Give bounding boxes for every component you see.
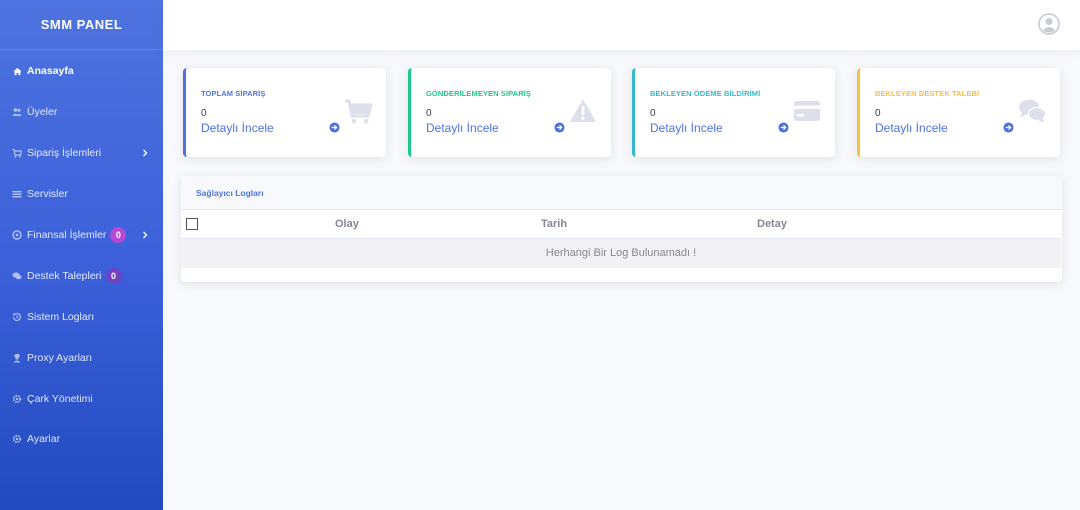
card-value: 0 xyxy=(201,108,207,119)
card-title: BEKLEYEN DESTEK TALEBİ xyxy=(875,89,980,98)
warning-icon xyxy=(570,99,596,122)
logs-table: Olay Tarih Detay Herhangi Bir Log Buluna… xyxy=(181,210,1061,268)
sidebar-item-label: Sistem Logları xyxy=(27,310,95,323)
sidebar-item-sistem-loglari[interactable]: Sistem Logları xyxy=(0,296,163,337)
arrow-circle-right-icon[interactable] xyxy=(778,122,789,133)
sidebar-item-label: Sipariş İşlemleri xyxy=(27,147,102,160)
table-header-row: Olay Tarih Detay xyxy=(181,210,1061,239)
sidebar-item-ayarlar[interactable]: Ayarlar xyxy=(0,419,163,460)
card-bekleyen-destek: BEKLEYEN DESTEK TALEBİ 0 Detaylı İncele xyxy=(857,68,1060,157)
card-title: TOPLAM SİPARİŞ xyxy=(201,89,266,98)
column-detay[interactable]: Detay xyxy=(733,210,1061,239)
card-value: 0 xyxy=(426,108,432,119)
arrow-circle-right-icon[interactable] xyxy=(1003,122,1014,133)
sidebar-item-anasayfa[interactable]: Anasayfa xyxy=(0,51,163,92)
sidebar-item-servisler[interactable]: Servisler xyxy=(0,174,163,215)
sidebar-item-label: Çark Yönetimi xyxy=(27,392,93,405)
empty-message: Herhangi Bir Log Bulunamadı ! xyxy=(181,238,1061,268)
chevron-right-icon xyxy=(143,231,148,239)
sidebar-nav: Anasayfa Üyeler Sipariş İşlemleri Servis… xyxy=(0,50,163,460)
sidebar-item-destek-talepleri[interactable]: Destek Talepleri 0 xyxy=(0,255,163,296)
user-avatar-icon[interactable] xyxy=(1038,13,1060,35)
select-all-cell xyxy=(181,210,311,239)
card-detail-link[interactable]: Detaylı İncele xyxy=(650,121,723,135)
provider-logs-title: Sağlayıcı Logları xyxy=(181,176,1062,210)
sidebar-item-finansal-islemler[interactable]: Finansal İşlemler 0 xyxy=(0,215,163,256)
finance-count-badge: 0 xyxy=(110,227,127,243)
card-title: BEKLEYEN ÖDEME BİLDİRİMİ xyxy=(650,89,761,98)
brand-title[interactable]: SMM PANEL xyxy=(0,0,163,50)
card-gonderilemeyen-siparis: GÖNDERİLEMEYEN SİPARİŞ 0 Detaylı İncele xyxy=(408,68,611,157)
card-detail-link[interactable]: Detaylı İncele xyxy=(875,121,948,135)
column-olay[interactable]: Olay xyxy=(311,210,517,239)
provider-logs-card: Sağlayıcı Logları Olay Tarih Detay Herha… xyxy=(181,176,1062,282)
sidebar-item-label: Ayarlar xyxy=(27,433,61,446)
user-secret-icon xyxy=(12,353,22,363)
comments-icon xyxy=(1019,99,1046,123)
sidebar-item-proxy-ayarlari[interactable]: Proxy Ayarları xyxy=(0,337,163,378)
column-tarih[interactable]: Tarih xyxy=(517,210,733,239)
card-bekleyen-odeme: BEKLEYEN ÖDEME BİLDİRİMİ 0 Detaylı İncel… xyxy=(632,68,835,157)
sidebar-item-label: Destek Talepleri xyxy=(27,269,102,282)
sidebar-item-label: Anasayfa xyxy=(27,65,74,78)
card-value: 0 xyxy=(650,108,656,119)
list-icon xyxy=(12,189,22,199)
sidebar-item-cark-yonetimi[interactable]: Çark Yönetimi xyxy=(0,378,163,419)
topbar xyxy=(163,0,1080,50)
card-detail-link[interactable]: Detaylı İncele xyxy=(201,121,274,135)
select-all-checkbox[interactable] xyxy=(186,217,198,230)
sidebar-item-uyeler[interactable]: Üyeler xyxy=(0,92,163,133)
arrow-circle-right-icon[interactable] xyxy=(554,122,565,133)
home-icon xyxy=(12,66,22,76)
money-icon xyxy=(12,230,22,240)
gear-icon xyxy=(12,434,22,444)
card-title: GÖNDERİLEMEYEN SİPARİŞ xyxy=(426,89,531,98)
sidebar-item-label: Üyeler xyxy=(27,106,58,119)
credit-card-icon xyxy=(794,101,820,121)
card-value: 0 xyxy=(875,108,881,119)
card-detail-link[interactable]: Detaylı İncele xyxy=(426,121,499,135)
users-icon xyxy=(12,107,22,117)
sidebar-item-label: Servisler xyxy=(27,188,68,201)
cart-icon xyxy=(345,99,372,124)
sidebar-item-label: Finansal İşlemler xyxy=(27,229,107,241)
empty-row: Herhangi Bir Log Bulunamadı ! xyxy=(181,238,1061,268)
sidebar-item-label: Proxy Ayarları xyxy=(27,351,93,364)
gear-icon xyxy=(12,394,22,404)
comments-icon xyxy=(12,271,22,281)
history-icon xyxy=(12,312,22,322)
sidebar-item-siparis-islemleri[interactable]: Sipariş İşlemleri xyxy=(0,133,163,174)
chevron-right-icon xyxy=(143,149,148,157)
cart-icon xyxy=(12,148,22,158)
sidebar: SMM PANEL Anasayfa Üyeler Sipariş İşleml… xyxy=(0,0,163,510)
card-toplam-siparis: TOPLAM SİPARİŞ 0 Detaylı İncele xyxy=(183,68,386,157)
arrow-circle-right-icon[interactable] xyxy=(329,122,340,133)
support-count-badge: 0 xyxy=(105,267,122,284)
